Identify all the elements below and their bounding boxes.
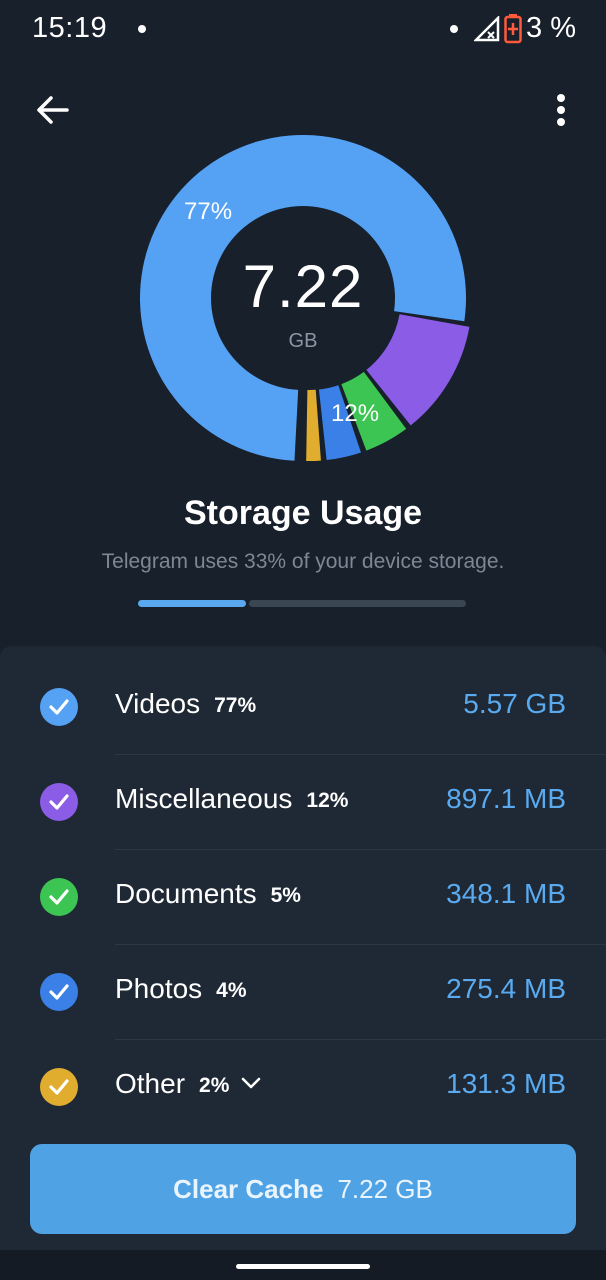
category-size: 131.3 MB — [446, 1068, 566, 1099]
clear-cache-amount: 7.22 GB — [337, 1173, 433, 1204]
donut-label-videos: 77% — [184, 198, 233, 225]
category-percent: 5% — [270, 884, 301, 907]
category-size: 5.57 GB — [463, 688, 566, 719]
check-icon[interactable] — [40, 878, 78, 916]
category-size: 348.1 MB — [446, 878, 566, 909]
category-size: 897.1 MB — [446, 783, 566, 814]
category-percent: 4% — [216, 979, 247, 1002]
notification-dot-icon — [450, 25, 458, 33]
notification-dot-icon — [138, 25, 146, 33]
device-usage-track — [249, 600, 466, 607]
home-indicator[interactable] — [236, 1264, 370, 1269]
clear-cache-button[interactable]: Clear Cache 7.22 GB — [30, 1144, 576, 1234]
category-row-miscellaneous[interactable]: Miscellaneous 12% 897.1 MB — [0, 755, 606, 850]
battery-low-icon — [504, 14, 522, 44]
check-icon[interactable] — [40, 783, 78, 821]
check-icon[interactable] — [40, 688, 78, 726]
category-percent: 12% — [306, 789, 349, 812]
category-percent: 2% — [199, 1074, 230, 1097]
category-size: 275.4 MB — [446, 973, 566, 1004]
page-title: Storage Usage — [183, 494, 423, 532]
category-name: Videos 77% — [115, 688, 257, 719]
category-percent: 77% — [214, 694, 257, 717]
category-row-photos[interactable]: Photos 4% 275.4 MB — [0, 945, 606, 1040]
category-row-other[interactable]: Other 2% 131.3 MB — [0, 1040, 606, 1135]
donut-label-miscellaneous: 12% — [331, 400, 380, 427]
category-row-documents[interactable]: Documents 5% 348.1 MB — [0, 850, 606, 945]
battery-percent: 3 % — [526, 12, 576, 44]
signal-icon — [474, 16, 500, 42]
category-row-videos[interactable]: Videos 77% 5.57 GB — [0, 660, 606, 755]
donut-slice-other — [306, 389, 321, 461]
category-name: Photos 4% — [115, 973, 247, 1004]
chevron-down-icon[interactable] — [241, 1077, 261, 1089]
donut-center-unit: GB — [288, 330, 318, 352]
category-name: Miscellaneous 12% — [115, 783, 349, 814]
donut-center-value: 7.22 — [242, 253, 364, 320]
check-icon[interactable] — [40, 1068, 78, 1106]
storage-subtitle: Telegram uses 33% of your device storage… — [101, 550, 505, 573]
status-bar: 15:19 3 % — [0, 0, 606, 60]
device-usage-fill — [138, 600, 246, 607]
check-icon[interactable] — [40, 973, 78, 1011]
category-name: Other 2% — [115, 1068, 261, 1100]
clear-cache-label: Clear Cache — [173, 1173, 324, 1204]
status-time: 15:19 — [32, 12, 108, 44]
category-name: Documents 5% — [115, 878, 301, 909]
